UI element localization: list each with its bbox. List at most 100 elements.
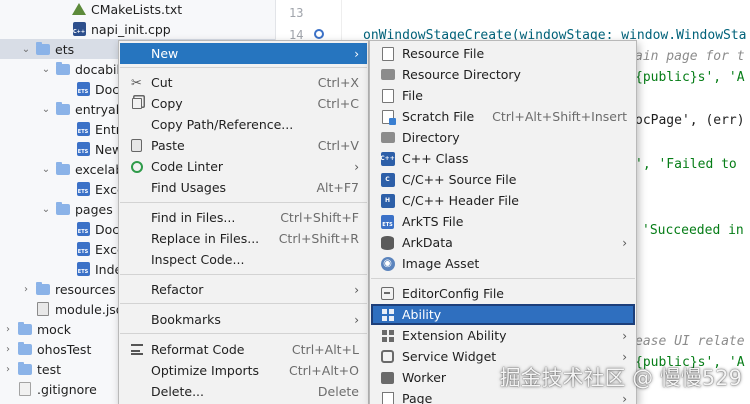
menu-item-label: Directory xyxy=(402,130,460,145)
chevron-icon[interactable]: › xyxy=(20,283,32,295)
watermark: 掘金技术社区 @ 慢慢529 xyxy=(499,366,742,390)
menu-item-inspect-code[interactable]: Inspect Code... xyxy=(120,249,367,270)
menu-item-scratch-file[interactable]: Scratch File Ctrl+Alt+Shift+Insert xyxy=(371,106,635,127)
menu-item-label: EditorConfig File xyxy=(402,286,504,301)
submenu-arrow-icon: › xyxy=(622,391,627,404)
image-asset-icon: ◉ xyxy=(380,256,395,271)
tree-item-label: napi_init.cpp xyxy=(91,21,171,37)
menu-item-label: C/C++ Source File xyxy=(402,172,517,187)
menu-item-bookmarks[interactable]: Bookmarks › xyxy=(120,309,367,330)
reformat-icon xyxy=(129,342,144,357)
chevron-icon[interactable]: › xyxy=(2,343,14,355)
code-line: ease UI relate xyxy=(635,334,745,349)
menu-item-copy-path-reference[interactable]: Copy Path/Reference... xyxy=(120,114,367,135)
menu-item-image-asset[interactable]: ◉ Image Asset xyxy=(371,253,635,274)
menu-item-ability[interactable]: Ability xyxy=(371,304,635,325)
chevron-icon[interactable]: ⌄ xyxy=(40,103,52,115)
menu-item-label: Reformat Code xyxy=(151,342,245,357)
menu-item-c-class[interactable]: C++ C++ Class xyxy=(371,148,635,169)
directory-icon xyxy=(380,130,395,145)
menu-separator xyxy=(120,333,367,334)
menu-item-code-linter[interactable]: Code Linter › xyxy=(120,156,367,177)
menu-item-label: Code Linter xyxy=(151,159,224,174)
page-icon xyxy=(380,391,395,404)
tree-item-label: ets xyxy=(55,41,75,57)
c-header-file-icon: H xyxy=(380,193,395,208)
menu-item-directory[interactable]: Directory xyxy=(371,127,635,148)
extension-ability-icon xyxy=(380,328,395,343)
menu-item-arkts-file[interactable]: ETS ArkTS File xyxy=(371,211,635,232)
menu-item-resource-file[interactable]: Resource File xyxy=(371,43,635,64)
tree-item-cmakelists-txt[interactable]: CMakeLists.txt xyxy=(0,0,275,19)
menu-item-label: Worker xyxy=(402,370,447,385)
worker-icon xyxy=(380,370,395,385)
chevron-icon[interactable]: › xyxy=(2,323,14,335)
menu-item-replace-in-files[interactable]: Replace in Files... Ctrl+Shift+R xyxy=(120,228,367,249)
chevron-icon[interactable]: › xyxy=(2,363,14,375)
submenu-arrow-icon: › xyxy=(354,159,359,174)
menu-item-cut[interactable]: Cut Ctrl+X xyxy=(120,72,367,93)
menu-item-c-c-header-file[interactable]: H C/C++ Header File xyxy=(371,190,635,211)
menu-item-delete[interactable]: Delete... Delete xyxy=(120,381,367,402)
menu-item-shortcut: Ctrl+Shift+R xyxy=(278,231,359,246)
json-file-icon xyxy=(36,302,50,316)
menu-item-refactor[interactable]: Refactor › xyxy=(120,279,367,300)
submenu-arrow-icon: › xyxy=(354,46,359,61)
menu-item-label: Bookmarks xyxy=(151,312,221,327)
menu-item-shortcut: Ctrl+Alt+O xyxy=(289,363,359,378)
menu-item-find-in-files[interactable]: Find in Files... Ctrl+Shift+F xyxy=(120,207,367,228)
menu-item-label: File xyxy=(402,88,423,103)
menu-item-optimize-imports[interactable]: Optimize Imports Ctrl+Alt+O xyxy=(120,360,367,381)
submenu-arrow-icon: › xyxy=(622,328,627,343)
code-line: ain page for t xyxy=(635,49,745,64)
menu-item-shortcut: Ctrl+X xyxy=(317,75,359,90)
menu-item-label: Refactor xyxy=(151,282,204,297)
arkdata-icon xyxy=(380,235,395,250)
code-line: ', 'Failed to xyxy=(635,157,737,172)
menu-item-paste[interactable]: Paste Ctrl+V xyxy=(120,135,367,156)
run-gutter-icon[interactable] xyxy=(314,29,324,39)
chevron-icon[interactable]: ⌄ xyxy=(40,63,52,75)
context-menu: New › Cut Ctrl+X Copy Ctrl+C Copy Path/Referen… xyxy=(118,40,369,404)
folder-icon xyxy=(18,321,32,336)
menu-item-shortcut: Ctrl+Alt+L xyxy=(291,342,359,357)
menu-item-arkdata[interactable]: ArkData › xyxy=(371,232,635,253)
menu-item-resource-directory[interactable]: Resource Directory xyxy=(371,64,635,85)
menu-item-label: Inspect Code... xyxy=(151,252,245,267)
menu-item-file[interactable]: File xyxy=(371,85,635,106)
menu-item-copy[interactable]: Copy Ctrl+C xyxy=(120,93,367,114)
menu-item-c-c-source-file[interactable]: C C/C++ Source File xyxy=(371,169,635,190)
code-linter-icon xyxy=(129,159,144,174)
menu-item-new[interactable]: New › xyxy=(120,43,367,64)
menu-item-shortcut: Ctrl+Shift+F xyxy=(280,210,359,225)
menu-item-label: Resource Directory xyxy=(402,67,521,82)
ability-icon xyxy=(380,307,395,322)
ets-file-icon: ETS xyxy=(76,182,90,196)
chevron-icon[interactable]: ⌄ xyxy=(40,163,52,175)
menu-item-label: Page xyxy=(402,391,433,404)
menu-item-label: Resource File xyxy=(402,46,485,61)
menu-item-reformat-code[interactable]: Reformat Code Ctrl+Alt+L xyxy=(120,339,367,360)
ets-file-icon: ETS xyxy=(76,142,90,156)
tree-item-label: CMakeLists.txt xyxy=(91,1,183,17)
chevron-icon[interactable]: ⌄ xyxy=(40,203,52,215)
menu-item-label: Find Usages xyxy=(151,180,227,195)
submenu-arrow-icon: › xyxy=(622,235,627,250)
tree-item-napi-init-cpp[interactable]: C++ napi_init.cpp xyxy=(0,19,275,39)
chevron-icon[interactable]: ⌄ xyxy=(20,43,32,55)
menu-separator xyxy=(120,67,367,68)
tree-item-label: ohosTest xyxy=(37,341,92,357)
menu-item-find-usages[interactable]: Find Usages Alt+F7 xyxy=(120,177,367,198)
menu-item-label: Cut xyxy=(151,75,173,90)
menu-item-editorconfig-file[interactable]: EditorConfig File xyxy=(371,283,635,304)
menu-item-extension-ability[interactable]: Extension Ability › xyxy=(371,325,635,346)
menu-item-label: C++ Class xyxy=(402,151,469,166)
line-number: 13 xyxy=(289,6,304,20)
